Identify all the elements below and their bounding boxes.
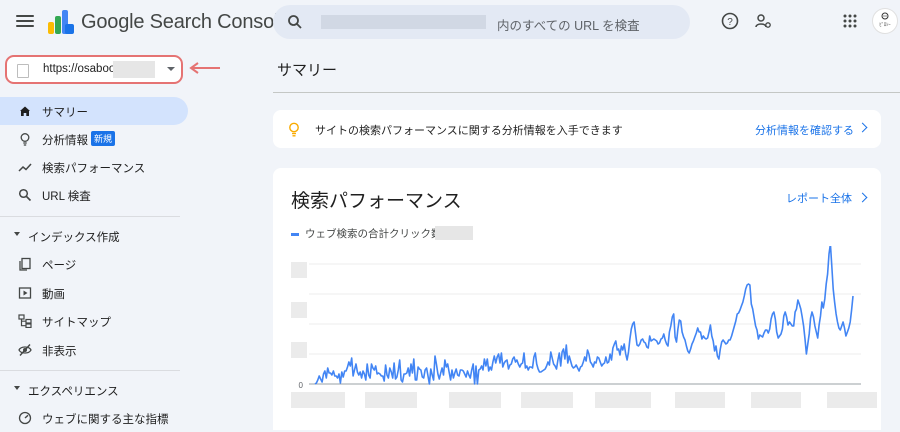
page-icon [17,64,29,78]
page-title: サマリー [277,62,338,79]
search-icon [18,188,32,202]
apps-icon[interactable] [843,14,857,28]
annotation-arrow [189,62,220,74]
redacted-x-tick [291,392,345,408]
section-label: エクスペリエンス [28,386,119,398]
sidebar-item-label: サマリー [42,107,88,119]
lightbulb-icon [289,122,299,137]
redacted-x-tick [595,392,651,408]
redacted-property [113,61,155,78]
sidebar-item-sitemaps[interactable]: サイトマップ [0,307,188,335]
chevron-right-icon[interactable] [857,122,868,133]
avatar-image: ﾋﾟﾛｼｰ [879,12,891,28]
section-indexing[interactable]: インデックス作成 [0,224,188,248]
chevron-right-icon[interactable] [857,192,868,203]
gauge-icon [18,411,32,425]
redacted-property [321,15,486,29]
sidebar-item-label: サイトマップ [42,317,111,329]
new-badge: 新規 [91,131,116,146]
sidebar-item-label: 分析情報 [42,135,88,147]
search-console-logo[interactable] [48,10,74,34]
sidebar-divider [0,370,180,371]
redacted-y-tick [291,342,307,358]
redacted-x-tick [449,392,501,408]
redacted-x-tick [827,392,877,408]
redacted-count [435,226,473,240]
performance-chart[interactable]: 0 [273,246,881,430]
sidebar-item-label: ウェブに関する主な指標 [42,414,169,426]
sidebar-item-performance[interactable]: 検索パフォーマンス [0,153,188,181]
sidebar-item-removals[interactable]: 非表示 [0,336,188,364]
caret-down-icon [14,386,20,390]
redacted-x-tick [521,392,573,408]
search-icon [288,15,302,29]
caret-down-icon [14,232,20,236]
chart-legend[interactable]: ウェブ検索の合計クリック数: [291,226,444,241]
account-avatar[interactable]: ﾋﾟﾛｼｰ [872,8,898,34]
search-placeholder: 内のすべての URL を検査 [497,19,640,33]
full-report-link[interactable]: レポート全体 [786,190,852,206]
url-inspect-search[interactable]: 内のすべての URL を検査 [273,5,690,39]
property-selector[interactable]: https://osaboo [5,55,183,84]
user-settings-icon[interactable] [754,12,772,30]
lightbulb-icon [20,133,30,146]
eye-off-icon [18,344,32,356]
svg-text:?: ? [727,17,733,28]
pages-icon [19,257,31,271]
sidebar-item-core-web-vitals[interactable]: ウェブに関する主な指標 [0,404,188,432]
redacted-x-tick [751,392,801,408]
sidebar-item-label: 検索パフォーマンス [42,163,146,175]
chevron-down-icon [167,67,175,71]
sidebar-item-label: URL 検査 [42,191,91,203]
legend-label: ウェブ検索の合計クリック数: [305,228,445,240]
redacted-x-tick [675,392,725,408]
y-tick-label: 0 [299,381,304,390]
performance-card: 検索パフォーマンス レポート全体 ウェブ検索の合計クリック数: 0 [273,168,881,430]
sidebar-item-label: 非表示 [42,346,77,358]
sitemap-icon [18,314,32,328]
sidebar-item-label: 動画 [42,289,65,301]
home-icon [20,106,30,116]
property-url: https://osaboo [43,63,116,75]
view-insights-link[interactable]: 分析情報を確認する [755,122,854,138]
redacted-y-tick [291,262,307,278]
insights-message: サイトの検索パフォーマンスに関する分析情報を入手できます [315,125,623,137]
trending-icon [18,163,32,172]
series-line [314,246,854,385]
section-label: インデックス作成 [28,232,120,244]
performance-title: 検索パフォーマンス [291,191,462,212]
video-icon [18,287,32,299]
help-icon[interactable]: ? [721,12,739,30]
section-experience[interactable]: エクスペリエンス [0,378,188,402]
redacted-x-tick [365,392,417,408]
sidebar-divider [0,216,180,217]
redacted-y-tick [291,302,307,318]
menu-icon[interactable] [16,12,34,30]
sidebar-item-video[interactable]: 動画 [0,279,188,307]
insights-card: サイトの検索パフォーマンスに関する分析情報を入手できます 分析情報を確認する [273,110,881,148]
svg-text:ﾋﾟﾛｼｰ: ﾋﾟﾛｼｰ [879,21,891,28]
title-divider [273,92,900,93]
sidebar-item-label: ページ [42,260,77,272]
sidebar-item-url-inspection[interactable]: URL 検査 [0,181,188,209]
sidebar-item-summary[interactable]: サマリー [0,97,188,125]
sidebar-item-insights[interactable]: 分析情報 新規 [0,125,188,153]
sidebar-item-pages[interactable]: ページ [0,250,188,278]
app-title: Google Search Console [81,11,290,33]
top-bar: Google Search Console 内のすべての URL を検査 ? ﾋ… [0,0,900,44]
legend-swatch [291,232,299,236]
